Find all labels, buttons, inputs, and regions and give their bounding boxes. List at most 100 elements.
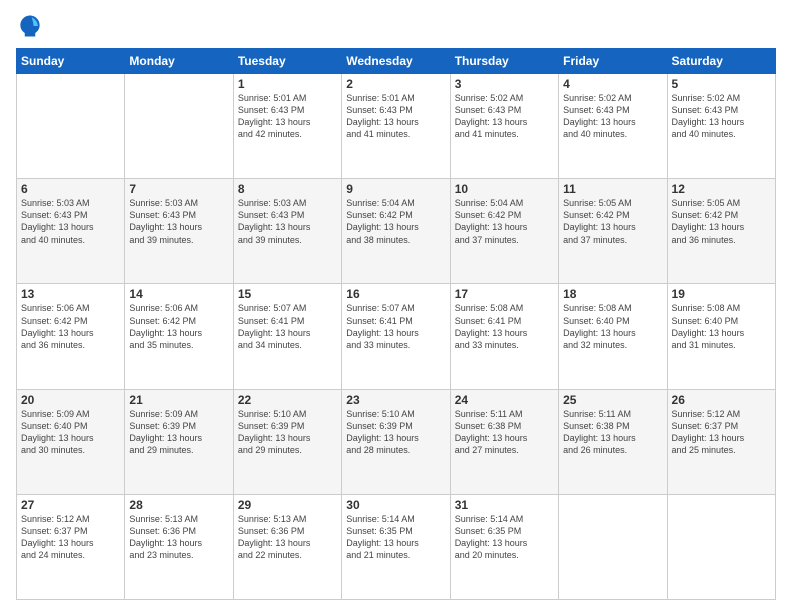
calendar-cell: 19Sunrise: 5:08 AM Sunset: 6:40 PM Dayli… [667, 284, 775, 389]
day-number: 8 [238, 182, 337, 196]
calendar-cell: 26Sunrise: 5:12 AM Sunset: 6:37 PM Dayli… [667, 389, 775, 494]
day-info: Sunrise: 5:07 AM Sunset: 6:41 PM Dayligh… [238, 302, 337, 351]
calendar-cell: 31Sunrise: 5:14 AM Sunset: 6:35 PM Dayli… [450, 494, 558, 599]
weekday-header: Monday [125, 49, 233, 74]
day-number: 27 [21, 498, 120, 512]
day-number: 25 [563, 393, 662, 407]
day-info: Sunrise: 5:05 AM Sunset: 6:42 PM Dayligh… [672, 197, 771, 246]
day-number: 4 [563, 77, 662, 91]
day-number: 11 [563, 182, 662, 196]
day-number: 10 [455, 182, 554, 196]
day-number: 15 [238, 287, 337, 301]
day-number: 7 [129, 182, 228, 196]
day-number: 13 [21, 287, 120, 301]
calendar-week-row: 13Sunrise: 5:06 AM Sunset: 6:42 PM Dayli… [17, 284, 776, 389]
day-info: Sunrise: 5:01 AM Sunset: 6:43 PM Dayligh… [238, 92, 337, 141]
calendar-cell: 24Sunrise: 5:11 AM Sunset: 6:38 PM Dayli… [450, 389, 558, 494]
day-number: 26 [672, 393, 771, 407]
day-info: Sunrise: 5:10 AM Sunset: 6:39 PM Dayligh… [238, 408, 337, 457]
calendar-cell: 14Sunrise: 5:06 AM Sunset: 6:42 PM Dayli… [125, 284, 233, 389]
day-info: Sunrise: 5:02 AM Sunset: 6:43 PM Dayligh… [672, 92, 771, 141]
calendar-cell [667, 494, 775, 599]
calendar-cell [125, 74, 233, 179]
weekday-header: Saturday [667, 49, 775, 74]
page: SundayMondayTuesdayWednesdayThursdayFrid… [0, 0, 792, 612]
day-info: Sunrise: 5:02 AM Sunset: 6:43 PM Dayligh… [563, 92, 662, 141]
logo [16, 12, 48, 40]
day-info: Sunrise: 5:09 AM Sunset: 6:39 PM Dayligh… [129, 408, 228, 457]
calendar-cell: 4Sunrise: 5:02 AM Sunset: 6:43 PM Daylig… [559, 74, 667, 179]
calendar-cell: 5Sunrise: 5:02 AM Sunset: 6:43 PM Daylig… [667, 74, 775, 179]
calendar-header-row: SundayMondayTuesdayWednesdayThursdayFrid… [17, 49, 776, 74]
day-info: Sunrise: 5:03 AM Sunset: 6:43 PM Dayligh… [129, 197, 228, 246]
weekday-header: Thursday [450, 49, 558, 74]
day-info: Sunrise: 5:11 AM Sunset: 6:38 PM Dayligh… [563, 408, 662, 457]
day-info: Sunrise: 5:08 AM Sunset: 6:40 PM Dayligh… [672, 302, 771, 351]
day-info: Sunrise: 5:07 AM Sunset: 6:41 PM Dayligh… [346, 302, 445, 351]
calendar-cell: 23Sunrise: 5:10 AM Sunset: 6:39 PM Dayli… [342, 389, 450, 494]
calendar-week-row: 20Sunrise: 5:09 AM Sunset: 6:40 PM Dayli… [17, 389, 776, 494]
day-number: 6 [21, 182, 120, 196]
day-number: 30 [346, 498, 445, 512]
day-info: Sunrise: 5:12 AM Sunset: 6:37 PM Dayligh… [672, 408, 771, 457]
day-info: Sunrise: 5:06 AM Sunset: 6:42 PM Dayligh… [129, 302, 228, 351]
calendar-cell: 22Sunrise: 5:10 AM Sunset: 6:39 PM Dayli… [233, 389, 341, 494]
calendar-cell: 27Sunrise: 5:12 AM Sunset: 6:37 PM Dayli… [17, 494, 125, 599]
day-number: 18 [563, 287, 662, 301]
header [16, 12, 776, 40]
calendar-cell: 11Sunrise: 5:05 AM Sunset: 6:42 PM Dayli… [559, 179, 667, 284]
weekday-header: Sunday [17, 49, 125, 74]
day-info: Sunrise: 5:05 AM Sunset: 6:42 PM Dayligh… [563, 197, 662, 246]
calendar-table: SundayMondayTuesdayWednesdayThursdayFrid… [16, 48, 776, 600]
weekday-header: Wednesday [342, 49, 450, 74]
weekday-header: Tuesday [233, 49, 341, 74]
calendar-cell: 13Sunrise: 5:06 AM Sunset: 6:42 PM Dayli… [17, 284, 125, 389]
calendar-cell: 2Sunrise: 5:01 AM Sunset: 6:43 PM Daylig… [342, 74, 450, 179]
calendar-cell: 10Sunrise: 5:04 AM Sunset: 6:42 PM Dayli… [450, 179, 558, 284]
day-number: 28 [129, 498, 228, 512]
calendar-cell: 30Sunrise: 5:14 AM Sunset: 6:35 PM Dayli… [342, 494, 450, 599]
calendar-cell: 16Sunrise: 5:07 AM Sunset: 6:41 PM Dayli… [342, 284, 450, 389]
day-info: Sunrise: 5:13 AM Sunset: 6:36 PM Dayligh… [238, 513, 337, 562]
day-info: Sunrise: 5:04 AM Sunset: 6:42 PM Dayligh… [455, 197, 554, 246]
day-info: Sunrise: 5:13 AM Sunset: 6:36 PM Dayligh… [129, 513, 228, 562]
day-info: Sunrise: 5:03 AM Sunset: 6:43 PM Dayligh… [21, 197, 120, 246]
calendar-week-row: 6Sunrise: 5:03 AM Sunset: 6:43 PM Daylig… [17, 179, 776, 284]
day-info: Sunrise: 5:01 AM Sunset: 6:43 PM Dayligh… [346, 92, 445, 141]
calendar-cell: 6Sunrise: 5:03 AM Sunset: 6:43 PM Daylig… [17, 179, 125, 284]
day-info: Sunrise: 5:11 AM Sunset: 6:38 PM Dayligh… [455, 408, 554, 457]
calendar-cell: 7Sunrise: 5:03 AM Sunset: 6:43 PM Daylig… [125, 179, 233, 284]
day-info: Sunrise: 5:03 AM Sunset: 6:43 PM Dayligh… [238, 197, 337, 246]
day-info: Sunrise: 5:02 AM Sunset: 6:43 PM Dayligh… [455, 92, 554, 141]
day-number: 19 [672, 287, 771, 301]
calendar-cell: 17Sunrise: 5:08 AM Sunset: 6:41 PM Dayli… [450, 284, 558, 389]
day-number: 5 [672, 77, 771, 91]
calendar-cell: 1Sunrise: 5:01 AM Sunset: 6:43 PM Daylig… [233, 74, 341, 179]
calendar-cell: 15Sunrise: 5:07 AM Sunset: 6:41 PM Dayli… [233, 284, 341, 389]
calendar-cell: 8Sunrise: 5:03 AM Sunset: 6:43 PM Daylig… [233, 179, 341, 284]
calendar-cell: 29Sunrise: 5:13 AM Sunset: 6:36 PM Dayli… [233, 494, 341, 599]
day-number: 3 [455, 77, 554, 91]
day-number: 23 [346, 393, 445, 407]
day-info: Sunrise: 5:10 AM Sunset: 6:39 PM Dayligh… [346, 408, 445, 457]
calendar-week-row: 27Sunrise: 5:12 AM Sunset: 6:37 PM Dayli… [17, 494, 776, 599]
calendar-cell [17, 74, 125, 179]
day-info: Sunrise: 5:08 AM Sunset: 6:41 PM Dayligh… [455, 302, 554, 351]
calendar-cell: 20Sunrise: 5:09 AM Sunset: 6:40 PM Dayli… [17, 389, 125, 494]
day-number: 16 [346, 287, 445, 301]
day-info: Sunrise: 5:06 AM Sunset: 6:42 PM Dayligh… [21, 302, 120, 351]
logo-icon [16, 12, 44, 40]
day-info: Sunrise: 5:14 AM Sunset: 6:35 PM Dayligh… [346, 513, 445, 562]
day-number: 17 [455, 287, 554, 301]
day-number: 14 [129, 287, 228, 301]
day-info: Sunrise: 5:12 AM Sunset: 6:37 PM Dayligh… [21, 513, 120, 562]
day-number: 22 [238, 393, 337, 407]
day-number: 12 [672, 182, 771, 196]
day-number: 31 [455, 498, 554, 512]
calendar-cell: 21Sunrise: 5:09 AM Sunset: 6:39 PM Dayli… [125, 389, 233, 494]
day-info: Sunrise: 5:14 AM Sunset: 6:35 PM Dayligh… [455, 513, 554, 562]
calendar-cell [559, 494, 667, 599]
calendar-cell: 28Sunrise: 5:13 AM Sunset: 6:36 PM Dayli… [125, 494, 233, 599]
day-number: 1 [238, 77, 337, 91]
calendar-cell: 12Sunrise: 5:05 AM Sunset: 6:42 PM Dayli… [667, 179, 775, 284]
